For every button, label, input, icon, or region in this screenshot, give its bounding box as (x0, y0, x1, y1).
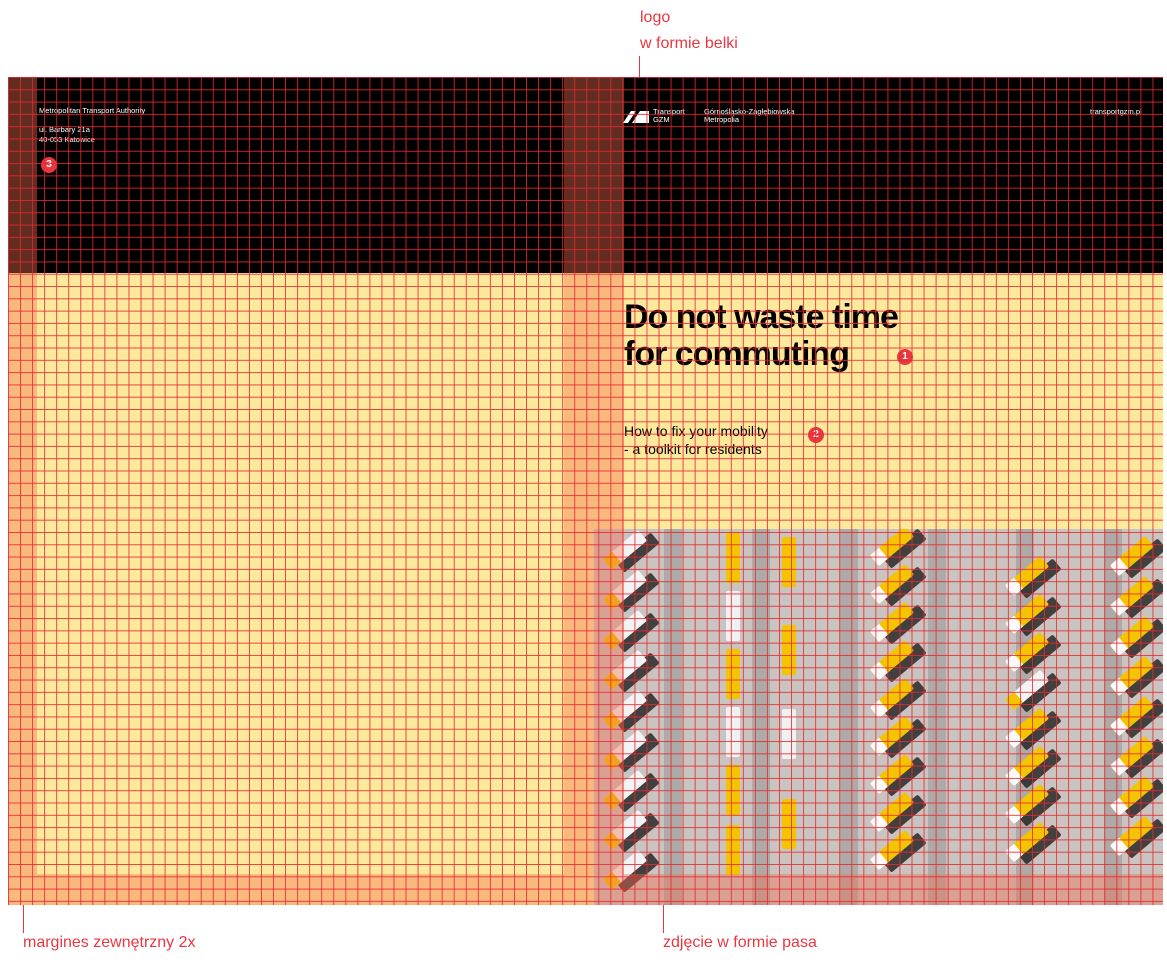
cover-title-line1: Do not waste time (624, 298, 899, 336)
marker-1: 1 (897, 349, 913, 365)
back-address-line2: 40-053 Katowice (39, 135, 95, 144)
annotation-logo-line2: w formie belki (640, 35, 738, 52)
bus-shape (726, 649, 740, 699)
gzm-logo-icon (623, 111, 649, 123)
bus-shape (726, 591, 740, 641)
bus-shape (726, 533, 740, 583)
url-text: transportgzm.pl (1090, 107, 1142, 116)
cover-title-line2: for commuting (624, 335, 850, 373)
bus-shape (726, 765, 740, 815)
back-address-line1: ul. Barbary 21a (39, 125, 90, 134)
bus-shape (726, 707, 740, 757)
cover-subtitle-line1: How to fix your mobility (624, 423, 768, 439)
annotation-photo: zdjęcie w formie pasa (663, 934, 817, 951)
annotation-photo-pointer (663, 905, 664, 933)
outer-margin-bottom (37, 874, 1163, 905)
cover-subtitle-line2: - a toolkit for residents (624, 441, 762, 457)
logo-text-gzm: GZM (653, 115, 670, 124)
back-org-name: Metropolitan Transport Authority (39, 106, 146, 115)
annotation-logo-line1: logo (640, 9, 671, 26)
bus-column-3 (994, 529, 1084, 905)
metro-name-line2: Metropolia (704, 115, 740, 124)
bus-column-4 (1099, 529, 1163, 905)
annotation-margin-pointer (23, 905, 24, 933)
marker-2: 2 (808, 427, 824, 443)
bus-shape (782, 537, 796, 587)
bus-shape (782, 709, 796, 759)
cover-title: Do not waste time for commuting (624, 298, 899, 373)
bus-column-2 (849, 529, 969, 905)
bus-shape (782, 625, 796, 675)
outer-margin-left (8, 77, 37, 905)
bus-shape (726, 825, 740, 875)
annotation-margin: margines zewnętrzny 2x (23, 934, 196, 951)
cover-spread: Metropolitan Transport Authority ul. Bar… (8, 77, 1163, 905)
bus-depot-photo (594, 529, 1163, 905)
cover-subtitle: How to fix your mobility - a toolkit for… (624, 422, 768, 458)
spine-margin (564, 77, 624, 874)
bus-shape (782, 799, 796, 849)
annotation-logo: logo w formie belki (640, 5, 738, 57)
marker-3: 3 (41, 157, 57, 173)
